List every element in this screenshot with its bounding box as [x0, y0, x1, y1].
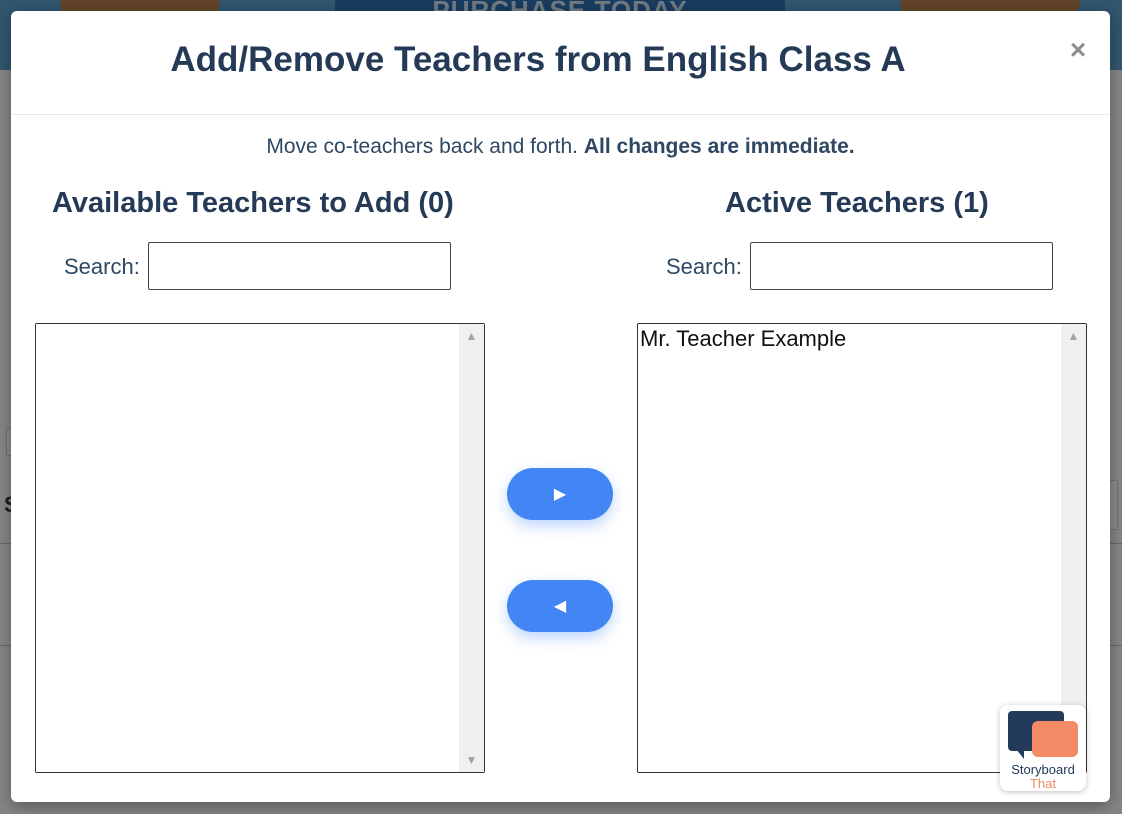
teachers-modal: Add/Remove Teachers from English Class A…: [11, 11, 1110, 802]
instruction-bold: All changes are immediate.: [583, 135, 855, 158]
active-search-label: Search:: [666, 254, 742, 279]
available-teachers-listbox[interactable]: ▲ ▼: [35, 323, 485, 773]
scroll-up-arrow-icon[interactable]: ▲: [1061, 326, 1086, 346]
modal-title: Add/Remove Teachers from English Class A: [170, 40, 906, 79]
instruction-normal: Move co-teachers back and forth.: [266, 135, 579, 158]
close-button[interactable]: ×: [1063, 35, 1093, 65]
logo-text-storyboard: Storyboard: [1011, 762, 1075, 777]
active-teachers-title: Active Teachers (1): [725, 187, 989, 219]
storyboard-that-logo[interactable]: Storyboard That: [1000, 705, 1086, 791]
available-search-input[interactable]: [148, 242, 451, 290]
available-search-label: Search:: [64, 254, 140, 279]
speech-bubble-tail-icon: [1016, 749, 1024, 759]
scroll-up-arrow-icon[interactable]: ▲: [459, 326, 484, 346]
available-scrollbar[interactable]: ▲ ▼: [459, 324, 484, 772]
active-search-input[interactable]: [750, 242, 1053, 290]
instruction-text: Move co-teachers back and forth. All cha…: [11, 135, 1110, 159]
remove-teacher-button[interactable]: ◀: [507, 580, 613, 632]
add-teacher-button[interactable]: ▶: [507, 468, 613, 520]
modal-header: Add/Remove Teachers from English Class A…: [11, 11, 1110, 115]
available-teachers-title: Available Teachers to Add (0): [52, 187, 454, 219]
logo-text-that: That: [1029, 776, 1056, 791]
list-item[interactable]: Mr. Teacher Example: [640, 326, 846, 352]
scroll-down-arrow-icon[interactable]: ▼: [459, 750, 484, 770]
speech-bubble-orange-icon: [1032, 721, 1078, 757]
